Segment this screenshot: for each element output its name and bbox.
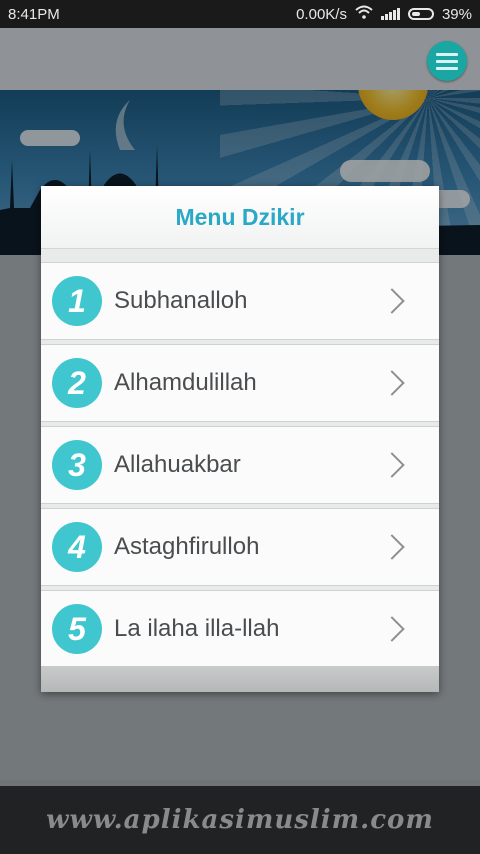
battery-level: 39% <box>441 5 472 23</box>
list-item-label: La ilaha illa-llah <box>114 615 280 642</box>
list-item-astaghfirulloh[interactable]: 4 Astaghfirulloh <box>41 508 439 586</box>
hamburger-menu-icon[interactable] <box>427 41 467 81</box>
number-badge: 3 <box>52 440 102 490</box>
dzikir-list: 1 Subhanalloh 2 Alhamdulillah 3 Allahuak… <box>41 262 439 672</box>
footer-website: www.aplikasimuslim.com <box>46 805 434 835</box>
list-item-label: Alhamdulillah <box>114 369 257 396</box>
network-speed: 0.00K/s <box>296 5 347 23</box>
dialog-header: Menu Dzikir <box>41 186 439 249</box>
status-right: 0.00K/s 39% <box>296 5 472 23</box>
list-item-label: Subhanalloh <box>114 287 248 314</box>
status-bar: 8:41PM 0.00K/s 39% <box>0 0 480 28</box>
battery-icon <box>407 8 434 20</box>
chevron-right-icon <box>379 534 405 560</box>
number-badge: 2 <box>52 358 102 408</box>
list-item-allahuakbar[interactable]: 3 Allahuakbar <box>41 426 439 504</box>
wifi-icon <box>355 5 373 23</box>
chevron-right-icon <box>379 370 405 396</box>
dialog-title: Menu Dzikir <box>175 203 305 230</box>
chevron-right-icon <box>379 616 405 642</box>
number-badge: 4 <box>52 522 102 572</box>
footer-banner: www.aplikasimuslim.com <box>0 786 480 854</box>
list-item-label: Astaghfirulloh <box>114 533 260 560</box>
chevron-right-icon <box>379 452 405 478</box>
signal-icon <box>380 8 400 20</box>
list-item-label: Allahuakbar <box>114 451 241 478</box>
status-time: 8:41PM <box>8 5 60 23</box>
list-item-alhamdulillah[interactable]: 2 Alhamdulillah <box>41 344 439 422</box>
list-item-la-ilaha-illallah[interactable]: 5 La ilaha illa-llah <box>41 590 439 668</box>
list-item-subhanalloh[interactable]: 1 Subhanalloh <box>41 262 439 340</box>
app-toolbar <box>0 28 480 90</box>
chevron-right-icon <box>379 288 405 314</box>
dialog-footer <box>41 666 439 692</box>
number-badge: 1 <box>52 276 102 326</box>
number-badge: 5 <box>52 604 102 654</box>
menu-dialog: Menu Dzikir 1 Subhanalloh 2 Alhamdulilla… <box>41 186 439 692</box>
